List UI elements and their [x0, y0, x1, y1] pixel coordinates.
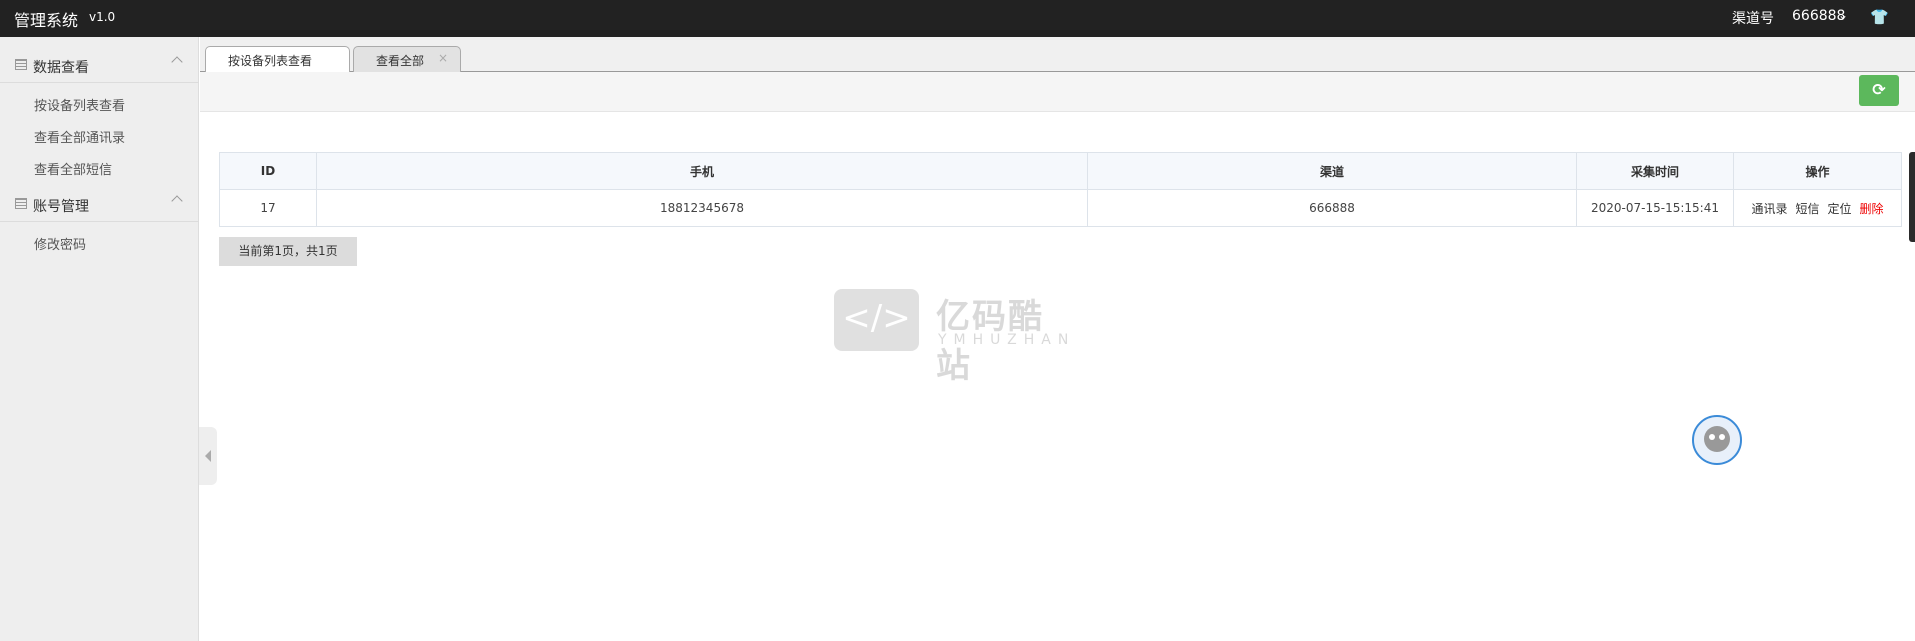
sidebar-section-title: 账号管理: [33, 199, 89, 215]
column-header-actions: 操作: [1733, 152, 1902, 190]
sidebar-item-all-sms[interactable]: 查看全部短信: [34, 159, 112, 178]
cell-phone: 18812345678: [316, 189, 1088, 227]
locate-link[interactable]: 定位: [1828, 202, 1852, 216]
tab-strip: 按设备列表查看 查看全部 ×: [200, 37, 1915, 73]
tab-device-list[interactable]: 按设备列表查看: [205, 46, 350, 73]
sidebar-item-device-list[interactable]: 按设备列表查看: [34, 95, 125, 114]
sidebar: 数据查看 按设备列表查看 查看全部通讯录 查看全部短信 账号管理 修改密码: [0, 37, 199, 641]
tab-view-all[interactable]: 查看全部 ×: [353, 46, 461, 72]
top-bar: 管理系统 v1.0 渠道号 666888 ⌄ 👕: [0, 0, 1915, 37]
table-header-row: ID 手机 渠道 采集时间 操作: [219, 152, 1902, 190]
watermark-subtext: YMHUZHAN: [938, 332, 1076, 348]
sidebar-item-all-contacts[interactable]: 查看全部通讯录: [34, 127, 125, 146]
pagination-info: 当前第1页，共1页: [219, 237, 357, 266]
channel-label: 渠道号: [1732, 11, 1774, 27]
sidebar-section-title: 数据查看: [33, 60, 89, 76]
column-header-channel: 渠道: [1087, 152, 1577, 190]
chevron-up-icon[interactable]: [171, 195, 183, 207]
list-icon: [15, 198, 27, 209]
device-table: ID 手机 渠道 采集时间 操作 17 18812345678 666888 2…: [219, 152, 1902, 227]
refresh-icon: ⟳: [1872, 80, 1886, 99]
caret-left-icon: [205, 450, 211, 462]
chevron-down-icon[interactable]: ⌄: [1838, 8, 1848, 22]
column-header-id: ID: [219, 152, 317, 190]
refresh-button[interactable]: ⟳: [1859, 75, 1899, 106]
sidebar-section-data-view[interactable]: 数据查看: [0, 47, 199, 83]
app-title: 管理系统: [14, 11, 79, 30]
column-header-time: 采集时间: [1576, 152, 1734, 190]
contacts-link[interactable]: 通讯录: [1751, 202, 1787, 216]
delete-link[interactable]: 删除: [1860, 202, 1884, 216]
app-version: v1.0: [89, 10, 116, 24]
cell-id: 17: [219, 189, 317, 227]
tab-label: 查看全部: [376, 54, 425, 68]
column-header-phone: 手机: [316, 152, 1088, 190]
close-icon[interactable]: ×: [438, 51, 448, 65]
sidebar-item-change-password[interactable]: 修改密码: [34, 234, 86, 253]
table-row: 17 18812345678 666888 2020-07-15-15:15:4…: [219, 189, 1902, 227]
sidebar-collapse-handle[interactable]: [199, 427, 217, 485]
tab-label: 按设备列表查看: [228, 54, 313, 68]
sidebar-section-account[interactable]: 账号管理: [0, 186, 199, 222]
chevron-up-icon[interactable]: [171, 56, 183, 68]
cell-time: 2020-07-15-15:15:41: [1576, 189, 1734, 227]
chat-bot-avatar[interactable]: [1692, 415, 1742, 465]
toolbar: ⟳: [200, 72, 1915, 112]
side-edge-widget[interactable]: [1909, 152, 1915, 242]
cell-actions: 通讯录 短信 定位 删除: [1733, 189, 1902, 227]
code-icon: </>: [834, 289, 919, 351]
watermark-logo: </> 亿码酷站 YMHUZHAN: [834, 289, 1079, 386]
sms-link[interactable]: 短信: [1795, 202, 1819, 216]
tshirt-icon[interactable]: 👕: [1870, 8, 1889, 26]
robot-icon: [1704, 426, 1730, 452]
cell-channel: 666888: [1087, 189, 1577, 227]
list-icon: [15, 59, 27, 70]
